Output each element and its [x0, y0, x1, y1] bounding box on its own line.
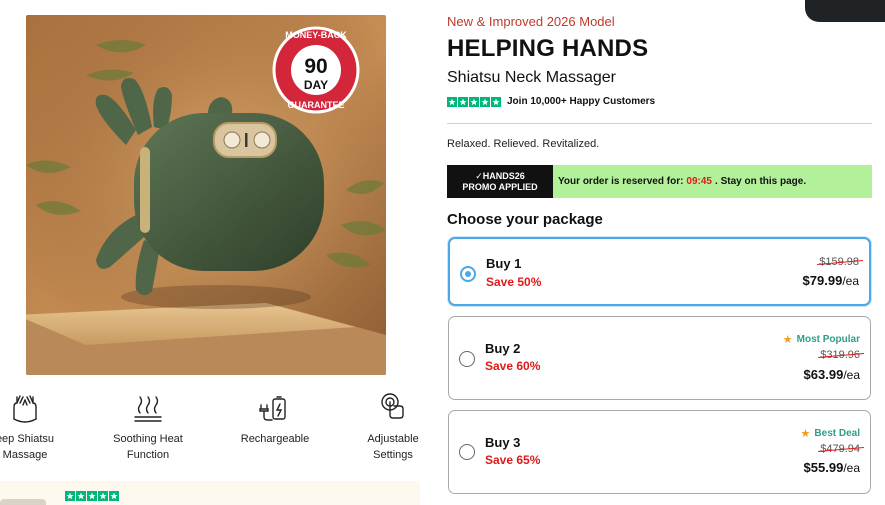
- features-row: eep Shiatsu Massage Soothing Heat Functi…: [0, 385, 430, 475]
- radio-button[interactable]: [459, 351, 475, 367]
- package-name: Buy 1: [486, 256, 522, 271]
- reservation-prefix: Your order is reserved for:: [558, 176, 684, 187]
- feature-label: eep Shiatsu: [0, 433, 55, 445]
- divider: [447, 123, 872, 124]
- product-title: HELPING HANDS: [447, 35, 649, 62]
- svg-text:GUARANTEE: GUARANTEE: [287, 100, 344, 110]
- feature-label: Adjustable: [367, 433, 419, 445]
- star-icon: [109, 491, 119, 501]
- rating-stars: [447, 96, 501, 107]
- original-price: $479.94: [818, 443, 864, 455]
- star-icon: [447, 96, 457, 107]
- feature-label: Soothing Heat: [113, 433, 183, 445]
- reservation-suffix: Stay on this page.: [720, 176, 807, 187]
- promo-banner: ✓HANDS26 PROMO APPLIED Your order is res…: [447, 165, 872, 198]
- package-option-buy-3[interactable]: Buy 3 Save 65% ★Best Deal $479.94 $55.99…: [448, 410, 871, 494]
- package-option-buy-1[interactable]: Buy 1 Save 50% $159.98 $79.99/ea: [448, 237, 871, 306]
- reservation-message: Your order is reserved for: 09:45 . Stay…: [553, 165, 872, 198]
- feature-rechargeable: Rechargeable: [220, 385, 330, 447]
- promo-code-box: ✓HANDS26 PROMO APPLIED: [447, 165, 553, 198]
- package-savings: Save 60%: [485, 359, 541, 373]
- package-savings: Save 65%: [485, 453, 541, 467]
- original-price: $159.98: [817, 256, 863, 268]
- star-icon: [469, 96, 479, 107]
- feature-heat: Soothing Heat Function: [93, 385, 203, 463]
- original-price: $319.96: [818, 349, 864, 361]
- trust-row: Join 10,000+ Happy Customers: [447, 96, 655, 107]
- feature-label: Settings: [373, 449, 413, 461]
- promo-status: PROMO APPLIED: [462, 181, 538, 192]
- model-eyebrow: New & Improved 2026 Model: [447, 14, 615, 29]
- star-icon: [76, 491, 86, 501]
- feature-settings: Adjustable Settings: [338, 385, 448, 463]
- money-back-badge: MONEY-BACK 90 DAY GUARANTEE: [272, 26, 360, 114]
- package-savings: Save 50%: [486, 275, 542, 289]
- heat-icon: [134, 396, 162, 422]
- star-icon: [65, 491, 75, 501]
- review-strip: [0, 481, 420, 505]
- star-icon: [458, 96, 468, 107]
- star-icon: [480, 96, 490, 107]
- svg-text:DAY: DAY: [304, 78, 328, 92]
- svg-text:90: 90: [304, 55, 327, 78]
- packages-heading: Choose your package: [447, 211, 603, 228]
- most-popular-badge: ★ Most Popular: [782, 334, 860, 346]
- touch-icon: [381, 393, 404, 419]
- package-option-buy-2[interactable]: Buy 2 Save 60% ★Most Popular $319.96 $63…: [448, 316, 871, 400]
- review-stars: [65, 491, 119, 501]
- star-icon: [98, 491, 108, 501]
- trust-text: Join 10,000+ Happy Customers: [507, 96, 656, 107]
- star-icon: [491, 96, 501, 107]
- package-price: $79.99/ea: [802, 273, 859, 288]
- radio-button[interactable]: [459, 444, 475, 460]
- countdown-timer: 09:45: [686, 176, 712, 187]
- dot-separator: .: [715, 176, 718, 187]
- hands-icon: [13, 395, 37, 423]
- product-image[interactable]: MONEY-BACK 90 DAY GUARANTEE: [26, 15, 386, 375]
- radio-button[interactable]: [460, 266, 476, 282]
- package-price: $55.99/ea: [803, 460, 860, 475]
- package-name: Buy 3: [485, 435, 521, 450]
- svg-text:MONEY-BACK: MONEY-BACK: [285, 30, 347, 40]
- product-subtitle: Shiatsu Neck Massager: [447, 69, 616, 86]
- tagline: Relaxed. Relieved. Revitalized.: [447, 138, 600, 150]
- reviewer-avatar: [0, 499, 46, 505]
- star-icon: [87, 491, 97, 501]
- feature-label: Rechargeable: [240, 433, 310, 445]
- package-price: $63.99/ea: [803, 367, 860, 382]
- feature-shiatsu: eep Shiatsu Massage: [0, 385, 80, 463]
- best-deal-badge: ★ Best Deal: [800, 428, 860, 440]
- star-icon: ★: [800, 428, 811, 440]
- star-icon: ★: [782, 334, 793, 346]
- feature-label: Function: [126, 449, 170, 461]
- feature-label: Massage: [2, 449, 48, 461]
- package-name: Buy 2: [485, 341, 521, 356]
- product-info: New & Improved 2026 Model HELPING HANDS …: [447, 0, 872, 505]
- promo-code: ✓HANDS26: [475, 170, 525, 181]
- battery-plug-icon: [259, 396, 286, 421]
